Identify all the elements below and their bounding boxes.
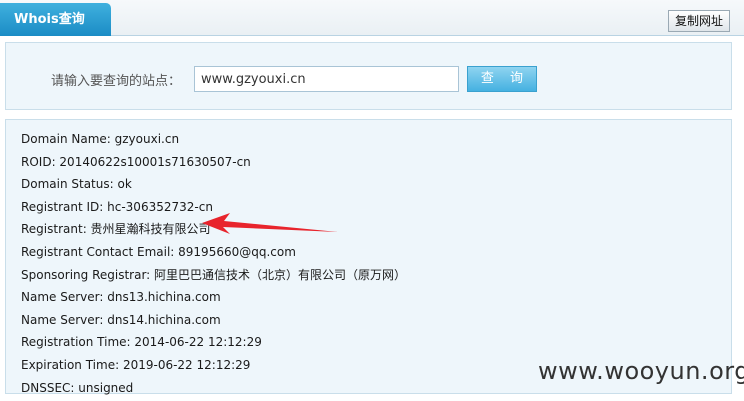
result-domain-name: Domain Name: gzyouxi.cn [21,132,180,146]
result-sponsoring-registrar: Sponsoring Registrar: 阿里巴巴通信技术（北京）有限公司（原… [21,267,407,282]
result-expiration-time: Expiration Time: 2019-06-22 12:12:29 [21,357,251,372]
result-domain-status: Domain Status: ok [21,177,132,192]
copy-url-button[interactable]: 复制网址 [667,10,730,32]
result-registration-time: Registration Time: 2014-06-22 12:12:29 [21,335,262,350]
result-name-server-2: Name Server: dns14.hichina.com [21,312,221,327]
whois-result-list: Domain Name: gzyouxi.cn ROID: 20140622s1… [21,128,406,399]
tab-bar: Whois查询 复制网址 [0,0,744,36]
whois-page: Whois查询 复制网址 请输入要查询的站点： 查 询 Domain Name:… [0,0,744,401]
search-label: 请输入要查询的站点： [51,74,182,89]
query-button[interactable]: 查 询 [467,66,537,92]
whois-result-panel: Domain Name: gzyouxi.cn ROID: 20140622s1… [5,119,732,395]
result-dnssec: DNSSEC: unsigned [21,380,134,395]
result-registrant-email: Registrant Contact Email: 89195660@qq.co… [21,244,296,259]
red-arrow-icon [202,213,338,234]
domain-search-input[interactable] [194,66,459,92]
watermark: www.wooyun.org [538,357,744,385]
search-panel: 请输入要查询的站点： 查 询 [5,42,732,110]
result-name-server-1: Name Server: dns13.hichina.com [21,290,221,305]
result-roid: ROID: 20140622s10001s71630507-cn [21,154,251,169]
tab-whois[interactable]: Whois查询 [0,3,111,36]
